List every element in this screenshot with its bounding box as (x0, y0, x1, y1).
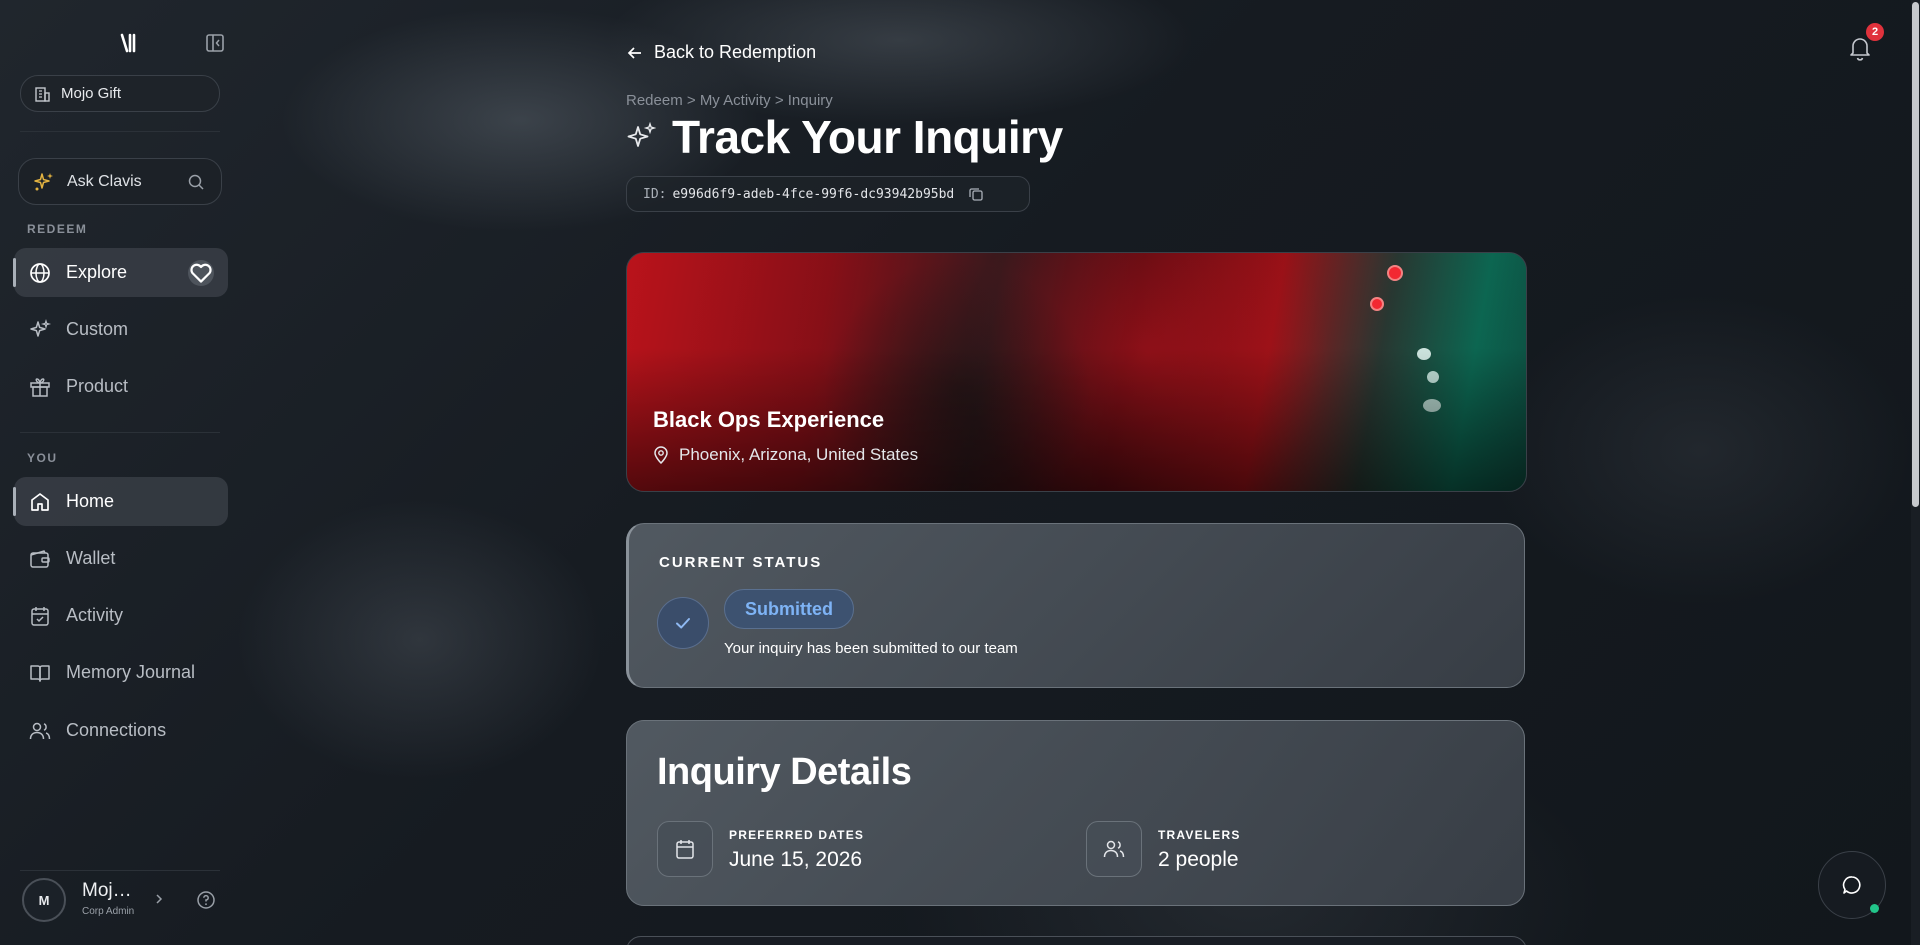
experience-title: Black Ops Experience (653, 407, 885, 432)
book-open-icon (30, 664, 50, 682)
travelers: TRAVELERS 2 people (1086, 821, 1241, 877)
sidebar-item-label: Product (66, 376, 129, 396)
collapse-sidebar-icon[interactable] (204, 32, 226, 54)
title-row: Track Your Inquiry (626, 110, 1063, 164)
chat-bubble-icon (1842, 876, 1861, 894)
wallet-icon (30, 549, 50, 568)
globe-icon (30, 262, 50, 283)
experience-hero-image: Black Ops Experience Phoenix, Arizona, U… (626, 252, 1527, 492)
preferred-dates-label: PREFERRED DATES (729, 828, 865, 842)
users-icon (1103, 840, 1125, 858)
breadcrumb-redeem[interactable]: Redeem (626, 92, 683, 109)
back-to-redemption-link[interactable]: Back to Redemption (626, 42, 816, 63)
inquiry-id-value: e996d6f9-adeb-4fce-99f6-dc93942b95bd (672, 186, 955, 202)
travelers-label: TRAVELERS (1158, 828, 1241, 842)
preferred-dates-value: June 15, 2026 (729, 848, 863, 871)
calendar-icon (676, 840, 694, 859)
chevron-right-icon[interactable] (152, 892, 166, 906)
back-link-label: Back to Redemption (654, 42, 817, 62)
page-title: Track Your Inquiry (672, 111, 1063, 163)
sidebar: Mojo Gift Ask Clavis REDEEM Explore Cust… (0, 0, 238, 945)
org-name: Mojo Gift (61, 85, 122, 102)
status-label: CURRENT STATUS (659, 554, 823, 571)
experience-location: Phoenix, Arizona, United States (653, 445, 918, 465)
sparkles-icon (627, 122, 656, 147)
avatar: M (22, 878, 66, 922)
logo-row (14, 0, 224, 86)
home-icon (31, 492, 49, 511)
breadcrumb-my-activity[interactable]: My Activity (700, 92, 771, 109)
scrollbar-thumb[interactable] (1912, 2, 1919, 507)
sparkles-icon (30, 318, 52, 337)
divider (20, 131, 220, 132)
notification-badge: 2 (1866, 23, 1884, 41)
inquiry-details-card: Inquiry Details PREFERRED DATES June 15,… (626, 720, 1525, 906)
divider (20, 870, 220, 871)
calendar-check-icon (31, 606, 49, 626)
inquiry-details-title: Inquiry Details (657, 751, 912, 793)
sparkles-icon (34, 172, 53, 190)
ask-clavis-label: Ask Clavis (67, 172, 142, 190)
sidebar-item-connections[interactable]: Connections (14, 706, 228, 755)
sidebar-item-home[interactable]: Home (13, 477, 228, 526)
building-icon (35, 86, 50, 102)
status-badge: Submitted (724, 589, 854, 629)
users-icon (29, 722, 51, 739)
user-name: Mojo Gift (82, 880, 142, 901)
sidebar-item-label: Wallet (66, 548, 116, 568)
heart-icon (190, 263, 212, 283)
sidebar-item-product[interactable]: Product (14, 362, 228, 411)
sidebar-item-label: Connections (66, 720, 167, 740)
online-indicator (1870, 904, 1879, 913)
user-profile[interactable]: M Mojo Gift Corp Admin (22, 878, 222, 924)
user-role: Corp Admin (82, 906, 135, 917)
org-selector[interactable]: Mojo Gift (20, 75, 220, 112)
calendar-icon-wrap (657, 821, 713, 877)
experience-location-text: Phoenix, Arizona, United States (679, 445, 919, 464)
users-icon-wrap (1086, 821, 1142, 877)
sidebar-item-label: Home (66, 491, 115, 511)
gift-icon (30, 377, 50, 397)
sidebar-item-custom[interactable]: Custom (14, 305, 228, 354)
status-check-icon-wrap (657, 597, 709, 649)
next-card (626, 936, 1527, 945)
breadcrumb-separator: > (686, 92, 696, 109)
breadcrumb: Redeem > My Activity > Inquiry (626, 92, 833, 109)
section-label-redeem: REDEEM (27, 222, 88, 236)
map-pin-icon (654, 446, 668, 464)
sidebar-item-activity[interactable]: Activity (14, 591, 228, 640)
status-description: Your inquiry has been submitted to our t… (724, 640, 1018, 657)
sidebar-item-label: Activity (66, 605, 124, 625)
arrow-left-icon (627, 46, 641, 59)
breadcrumb-inquiry: Inquiry (787, 92, 833, 109)
sidebar-item-wallet[interactable]: Wallet (14, 534, 228, 583)
search-icon[interactable] (187, 173, 205, 191)
help-icon[interactable] (196, 890, 216, 910)
travelers-value: 2 people (1158, 848, 1239, 871)
sidebar-item-label: Custom (66, 319, 129, 339)
sidebar-item-label: Memory Journal (66, 662, 196, 682)
brand-logo-icon (120, 33, 136, 53)
section-label-you: YOU (27, 451, 58, 465)
divider (20, 432, 220, 433)
preferred-dates: PREFERRED DATES June 15, 2026 (657, 821, 864, 877)
ask-clavis-input[interactable]: Ask Clavis (18, 158, 222, 205)
current-status-card: CURRENT STATUS Submitted Your inquiry ha… (626, 523, 1525, 688)
sidebar-item-explore[interactable]: Explore (13, 248, 228, 297)
check-icon (676, 618, 690, 629)
breadcrumb-separator: > (774, 92, 784, 109)
sidebar-item-memory-journal[interactable]: Memory Journal (14, 648, 228, 697)
copy-icon[interactable] (968, 186, 984, 202)
favorite-button[interactable] (188, 260, 214, 286)
inquiry-id: ID: e996d6f9-adeb-4fce-99f6-dc93942b95bd (626, 176, 1030, 212)
sidebar-item-label: Explore (66, 262, 128, 282)
inquiry-id-label: ID: (643, 186, 667, 202)
